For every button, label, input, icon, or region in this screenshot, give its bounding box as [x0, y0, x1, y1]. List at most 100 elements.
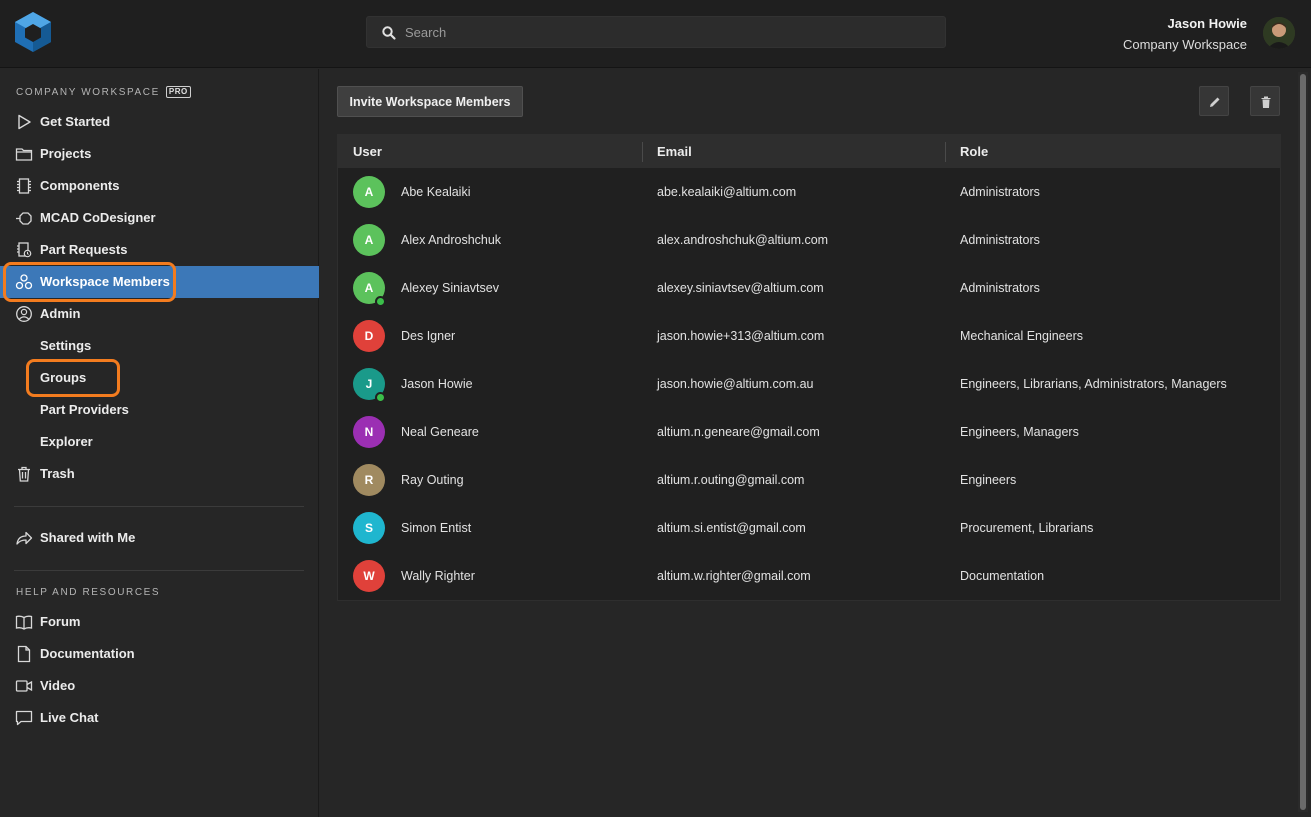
- workspace-section-label: COMPANY WORKSPACE PRO: [16, 86, 191, 98]
- table-row[interactable]: A Alex Androshchuk alex.androshchuk@altium…: [338, 216, 1280, 264]
- document-icon: [17, 645, 31, 663]
- sidebar-item-label: Video: [40, 678, 76, 693]
- help-section-label: HELP AND RESOURCES: [16, 587, 161, 598]
- table-row[interactable]: W Wally Righter altium.w.righter@gmail.com…: [338, 552, 1280, 600]
- user-name: Jason Howie: [1167, 16, 1247, 31]
- sidebar-item-label: Workspace Members: [40, 274, 170, 289]
- sidebar-item-label: Settings: [40, 338, 92, 353]
- video-icon: [15, 680, 33, 692]
- edit-button[interactable]: [1199, 86, 1229, 116]
- member-email: jason.howie+313@altium.com: [657, 329, 825, 343]
- column-header-user[interactable]: User: [353, 144, 382, 159]
- sidebar-item-forum[interactable]: Forum: [0, 606, 319, 638]
- search-bar[interactable]: [366, 16, 946, 48]
- delete-button[interactable]: [1250, 86, 1280, 116]
- member-role: Mechanical Engineers: [960, 329, 1083, 343]
- sidebar-item-trash[interactable]: Trash: [0, 458, 319, 490]
- member-role: Engineers, Librarians, Administrators, M…: [960, 377, 1227, 391]
- sidebar-item-get-started[interactable]: Get Started: [0, 106, 319, 138]
- member-role: Engineers: [960, 473, 1017, 487]
- sidebar-item-label: Components: [40, 178, 120, 193]
- member-role: Procurement, Librarians: [960, 521, 1094, 535]
- member-role: Engineers, Managers: [960, 425, 1079, 439]
- members-icon: [15, 274, 33, 290]
- sidebar-item-groups[interactable]: Groups: [0, 362, 319, 394]
- table-row[interactable]: A Alexey Siniavtsev alexey.siniavtsev@alti…: [338, 264, 1280, 312]
- sidebar-item-label: Documentation: [40, 646, 135, 661]
- search-input[interactable]: [405, 17, 925, 47]
- table-row[interactable]: D Des Igner jason.howie+313@altium.com Mech…: [338, 312, 1280, 360]
- part-request-icon: [17, 242, 32, 258]
- sidebar-item-projects[interactable]: Projects: [0, 138, 319, 170]
- sidebar-item-documentation[interactable]: Documentation: [0, 638, 319, 670]
- member-email: altium.n.geneare@gmail.com: [657, 425, 820, 439]
- table-row[interactable]: N Neal Geneare altium.n.geneare@gmail.com E…: [338, 408, 1280, 456]
- user-avatar[interactable]: [1263, 17, 1295, 49]
- member-role: Administrators: [960, 281, 1040, 295]
- members-table: User Email Role A Abe Kealaiki abe.kealaik…: [337, 134, 1281, 601]
- sidebar-item-label: MCAD CoDesigner: [40, 210, 156, 225]
- sidebar-item-mcad-codesigner[interactable]: MCAD CoDesigner: [0, 202, 319, 234]
- member-email: altium.si.entist@gmail.com: [657, 521, 806, 535]
- sidebar-item-part-requests[interactable]: Part Requests: [0, 234, 319, 266]
- sidebar-item-video[interactable]: Video: [0, 670, 319, 702]
- member-role: Documentation: [960, 569, 1045, 583]
- online-status-dot: [375, 392, 386, 403]
- user-circle-icon: [16, 306, 32, 322]
- cube-link-icon: [16, 212, 32, 225]
- pro-badge: PRO: [165, 86, 191, 98]
- folder-icon: [15, 148, 33, 161]
- member-email: alexey.siniavtsev@altium.com: [657, 281, 824, 295]
- table-row[interactable]: S Simon Entist altium.si.entist@gmail.com P…: [338, 504, 1280, 552]
- member-name: Des Igner: [401, 329, 456, 343]
- column-resizer[interactable]: [945, 142, 946, 162]
- trash-icon: [1261, 96, 1271, 108]
- main-scrollbar[interactable]: [1298, 72, 1308, 812]
- top-bar: Jason Howie Company Workspace: [0, 0, 1311, 68]
- sidebar-item-components[interactable]: Components: [0, 170, 319, 202]
- member-avatar: D: [353, 320, 385, 352]
- table-row[interactable]: R Ray Outing altium.r.outing@gmail.com Engi…: [338, 456, 1280, 504]
- member-role: Administrators: [960, 185, 1040, 199]
- sidebar-item-settings[interactable]: Settings: [0, 330, 319, 362]
- sidebar-item-label: Admin: [40, 306, 81, 321]
- sidebar-item-explorer[interactable]: Explorer: [0, 426, 319, 458]
- chip-icon: [17, 178, 31, 194]
- member-email: alex.androshchuk@altium.com: [657, 233, 829, 247]
- scrollbar-thumb[interactable]: [1300, 74, 1306, 810]
- pencil-icon: [1210, 97, 1220, 107]
- sidebar-item-admin[interactable]: Admin: [0, 298, 319, 330]
- column-header-email[interactable]: Email: [657, 144, 692, 159]
- sidebar-item-label: Part Providers: [40, 402, 129, 417]
- sidebar-item-label: Forum: [40, 614, 81, 629]
- sidebar-item-part-providers[interactable]: Part Providers: [0, 394, 319, 426]
- sidebar-item-live-chat[interactable]: Live Chat: [0, 702, 319, 734]
- sidebar-item-label: Part Requests: [40, 242, 128, 257]
- table-row[interactable]: J Jason Howie jason.howie@altium.com.au Eng…: [338, 360, 1280, 408]
- table-header: User Email Role: [338, 135, 1280, 168]
- main-content: Invite Workspace Members User Email Role…: [320, 69, 1296, 817]
- member-email: altium.r.outing@gmail.com: [657, 473, 805, 487]
- sidebar-divider: [14, 570, 304, 571]
- workspace-name[interactable]: Company Workspace: [1123, 37, 1247, 52]
- member-name: Jason Howie: [401, 377, 473, 391]
- member-name: Simon Entist: [401, 521, 472, 535]
- sidebar-item-workspace-members[interactable]: Workspace Members: [0, 266, 319, 298]
- sidebar-divider: [14, 506, 304, 507]
- table-row[interactable]: A Abe Kealaiki abe.kealaiki@altium.com Admi…: [338, 168, 1280, 216]
- sidebar-item-shared-with-me[interactable]: Shared with Me: [0, 522, 319, 554]
- altium-365-logo[interactable]: [14, 12, 52, 52]
- sidebar-item-label: Trash: [40, 466, 75, 481]
- sidebar: COMPANY WORKSPACE PRO Get Started Project…: [0, 69, 319, 817]
- invite-members-button[interactable]: Invite Workspace Members: [337, 86, 523, 117]
- column-header-role[interactable]: Role: [960, 144, 988, 159]
- member-email: abe.kealaiki@altium.com: [657, 185, 797, 199]
- sidebar-item-label: Explorer: [40, 434, 93, 449]
- book-icon: [15, 615, 33, 630]
- member-avatar: S: [353, 512, 385, 544]
- sidebar-item-label: Shared with Me: [40, 530, 136, 545]
- member-email: altium.w.righter@gmail.com: [657, 569, 811, 583]
- member-name: Alexey Siniavtsev: [401, 281, 499, 295]
- column-resizer[interactable]: [642, 142, 643, 162]
- member-avatar: A: [353, 224, 385, 256]
